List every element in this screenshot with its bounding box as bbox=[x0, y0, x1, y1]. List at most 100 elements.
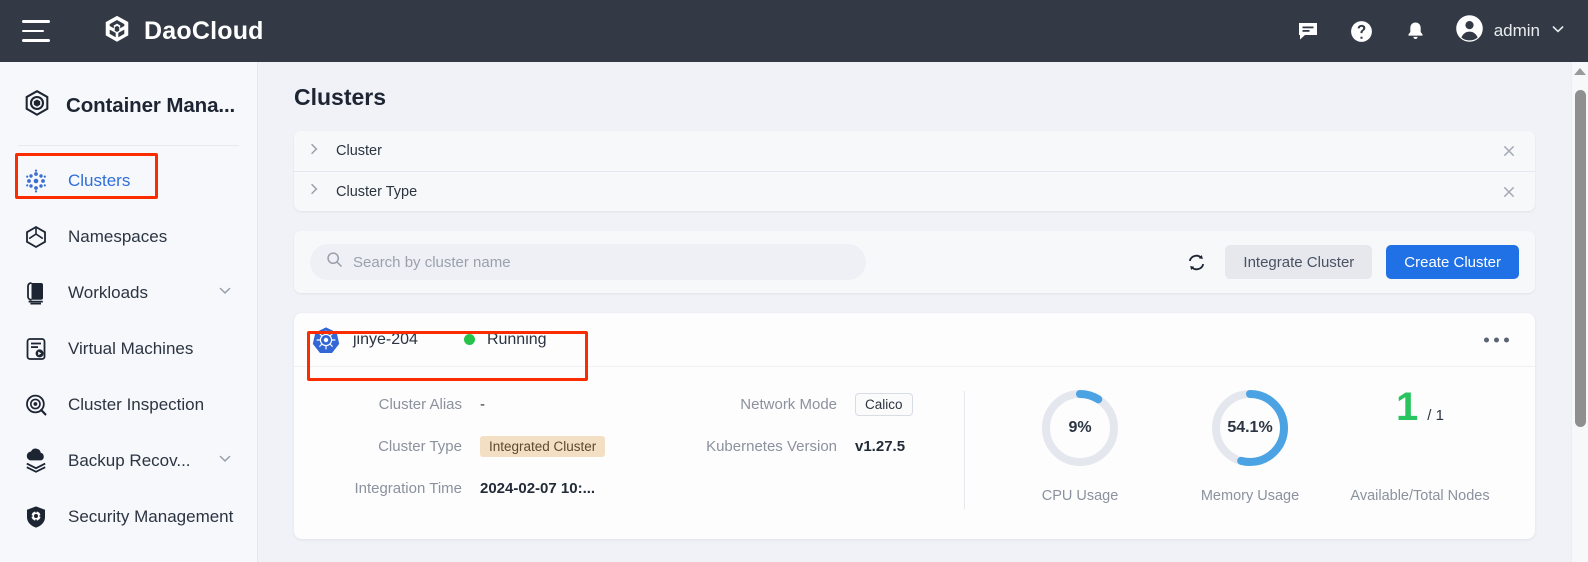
hamburger-icon[interactable] bbox=[22, 20, 50, 42]
brand-name: DaoCloud bbox=[144, 16, 264, 45]
help-question-icon[interactable] bbox=[1347, 16, 1377, 46]
search-box[interactable] bbox=[310, 244, 866, 280]
product-name: Container Mana... bbox=[66, 93, 236, 117]
memory-usage-donut: 54.1% bbox=[1209, 387, 1291, 469]
field-value: 2024-02-07 10:... bbox=[480, 479, 596, 497]
metric-available-nodes: 1 / 1 Available/Total Nodes bbox=[1335, 387, 1505, 504]
virtual-machines-icon bbox=[22, 335, 50, 363]
cluster-metrics: 9% CPU Usage 54.1% Memory Usage 1 / 1 Av… bbox=[965, 383, 1535, 517]
memory-usage-value: 54.1% bbox=[1227, 419, 1273, 436]
user-menu[interactable]: admin bbox=[1455, 14, 1566, 48]
search-toolbar: Integrate Cluster Create Cluster bbox=[294, 231, 1535, 293]
filter-label: Cluster Type bbox=[336, 183, 418, 200]
detail-row: Cluster Type Integrated Cluster Kubernet… bbox=[312, 425, 964, 467]
page-title: Clusters bbox=[294, 84, 387, 110]
brand[interactable]: DaoCloud bbox=[102, 14, 264, 49]
daocloud-cube-logo bbox=[102, 14, 132, 49]
create-cluster-button[interactable]: Create Cluster bbox=[1386, 245, 1519, 279]
sidebar-item-workloads[interactable]: Workloads bbox=[0, 265, 257, 321]
container-management-icon bbox=[22, 88, 52, 123]
app-root: DaoCloud admin Container Mana... Cluster… bbox=[0, 0, 1588, 562]
sidebar-item-label: Workloads bbox=[68, 283, 148, 302]
metric-label: Available/Total Nodes bbox=[1350, 488, 1490, 504]
cluster-type-tag: Integrated Cluster bbox=[480, 435, 606, 457]
status-text: Running bbox=[486, 330, 547, 348]
detail-row: Cluster Alias - Network Mode Calico bbox=[312, 383, 964, 425]
cluster-name: jinye-204 bbox=[353, 330, 418, 348]
clusters-icon bbox=[22, 167, 50, 195]
user-name: admin bbox=[1493, 21, 1540, 40]
field-label: Network Mode bbox=[740, 395, 837, 413]
filter-row-cluster-type[interactable]: Cluster Type bbox=[294, 171, 1535, 211]
namespaces-icon bbox=[22, 223, 50, 251]
filter-row-cluster[interactable]: Cluster bbox=[294, 131, 1535, 171]
search-input[interactable] bbox=[353, 253, 850, 271]
chevron-down-icon[interactable] bbox=[217, 451, 233, 472]
cpu-usage-value: 9% bbox=[1068, 419, 1092, 436]
sidebar-item-backup-recovery[interactable]: Backup Recov... bbox=[0, 433, 257, 489]
sidebar-item-label: Virtual Machines bbox=[68, 339, 194, 358]
status-dot-icon bbox=[463, 334, 475, 345]
search-icon bbox=[326, 251, 343, 273]
cluster-card-body: Cluster Alias - Network Mode Calico Clus… bbox=[294, 367, 1535, 539]
sidebar-item-virtual-machines[interactable]: Virtual Machines bbox=[0, 321, 257, 377]
nodes-count: 1 / 1 bbox=[1396, 387, 1444, 469]
field-label: Cluster Type bbox=[378, 437, 462, 455]
nodes-total: / 1 bbox=[1427, 407, 1444, 424]
notification-bell-icon[interactable] bbox=[1401, 16, 1431, 46]
chevron-down-icon[interactable] bbox=[217, 283, 233, 304]
chevron-right-icon[interactable] bbox=[306, 141, 322, 162]
field-label: Cluster Alias bbox=[378, 395, 462, 413]
filter-label: Cluster bbox=[336, 143, 382, 159]
top-header-bar: DaoCloud admin bbox=[0, 0, 1588, 62]
user-avatar-icon bbox=[1455, 14, 1484, 48]
sidebar-item-security-management[interactable]: Security Management bbox=[0, 489, 257, 545]
more-options-icon[interactable] bbox=[1484, 337, 1509, 342]
cluster-detail-fields: Cluster Alias - Network Mode Calico Clus… bbox=[294, 383, 964, 517]
sidebar-item-label: Cluster Inspection bbox=[68, 395, 205, 414]
sidebar-item-clusters[interactable]: Clusters bbox=[0, 153, 257, 209]
product-header[interactable]: Container Mana... bbox=[0, 62, 257, 145]
integrate-cluster-button[interactable]: Integrate Cluster bbox=[1225, 245, 1373, 279]
cluster-card-header[interactable]: jinye-204 Running bbox=[294, 313, 1535, 367]
sidebar-item-cluster-inspection[interactable]: Cluster Inspection bbox=[0, 377, 257, 433]
sidebar-nav: Clusters Namespaces Workloads Virtual Ma… bbox=[0, 146, 257, 545]
workloads-icon bbox=[22, 279, 50, 307]
scroll-thumb[interactable] bbox=[1575, 90, 1586, 427]
metric-label: Memory Usage bbox=[1200, 488, 1300, 504]
cluster-card: jinye-204 Running Cluster Alias - Networ… bbox=[294, 313, 1535, 539]
field-label: Integration Time bbox=[354, 479, 462, 497]
vertical-scrollbar[interactable] bbox=[1571, 62, 1588, 562]
sidebar-item-label: Clusters bbox=[68, 171, 131, 190]
field-label: Kubernetes Version bbox=[706, 437, 837, 455]
top-right-actions: admin bbox=[1293, 0, 1566, 62]
scroll-up-arrow-icon[interactable] bbox=[1574, 68, 1586, 75]
security-management-icon bbox=[22, 503, 50, 531]
sidebar-item-label: Security Management bbox=[68, 507, 234, 526]
close-x-icon[interactable] bbox=[1501, 143, 1517, 159]
chevron-down-icon[interactable] bbox=[1550, 21, 1566, 42]
backup-recovery-icon bbox=[22, 447, 50, 475]
field-value: v1.27.5 bbox=[855, 437, 906, 455]
filter-panel: Cluster Cluster Type bbox=[294, 131, 1535, 211]
sidebar-item-namespaces[interactable]: Namespaces bbox=[0, 209, 257, 265]
metric-label: CPU Usage bbox=[1041, 488, 1119, 504]
close-x-icon[interactable] bbox=[1501, 184, 1517, 200]
feedback-message-icon[interactable] bbox=[1293, 16, 1323, 46]
metric-cpu-usage: 9% CPU Usage bbox=[995, 387, 1165, 504]
main-content: Clusters Cluster Cluster Type Search by … bbox=[258, 62, 1571, 562]
field-value: - bbox=[480, 395, 485, 413]
toolbar-actions: Integrate Cluster Create Cluster bbox=[1181, 245, 1519, 279]
kubernetes-icon bbox=[312, 326, 340, 354]
nodes-available: 1 bbox=[1396, 385, 1419, 429]
metric-memory-usage: 54.1% Memory Usage bbox=[1165, 387, 1335, 504]
sidebar-item-label: Backup Recov... bbox=[68, 451, 191, 470]
chevron-right-icon[interactable] bbox=[306, 181, 322, 202]
cluster-inspection-icon bbox=[22, 391, 50, 419]
status-badge: Running bbox=[463, 330, 547, 349]
refresh-icon[interactable] bbox=[1181, 247, 1211, 277]
cpu-usage-donut: 9% bbox=[1039, 387, 1121, 469]
sidebar-item-label: Namespaces bbox=[68, 227, 168, 246]
detail-row: Integration Time 2024-02-07 10:... bbox=[312, 467, 964, 509]
network-mode-tag: Calico bbox=[855, 392, 913, 416]
